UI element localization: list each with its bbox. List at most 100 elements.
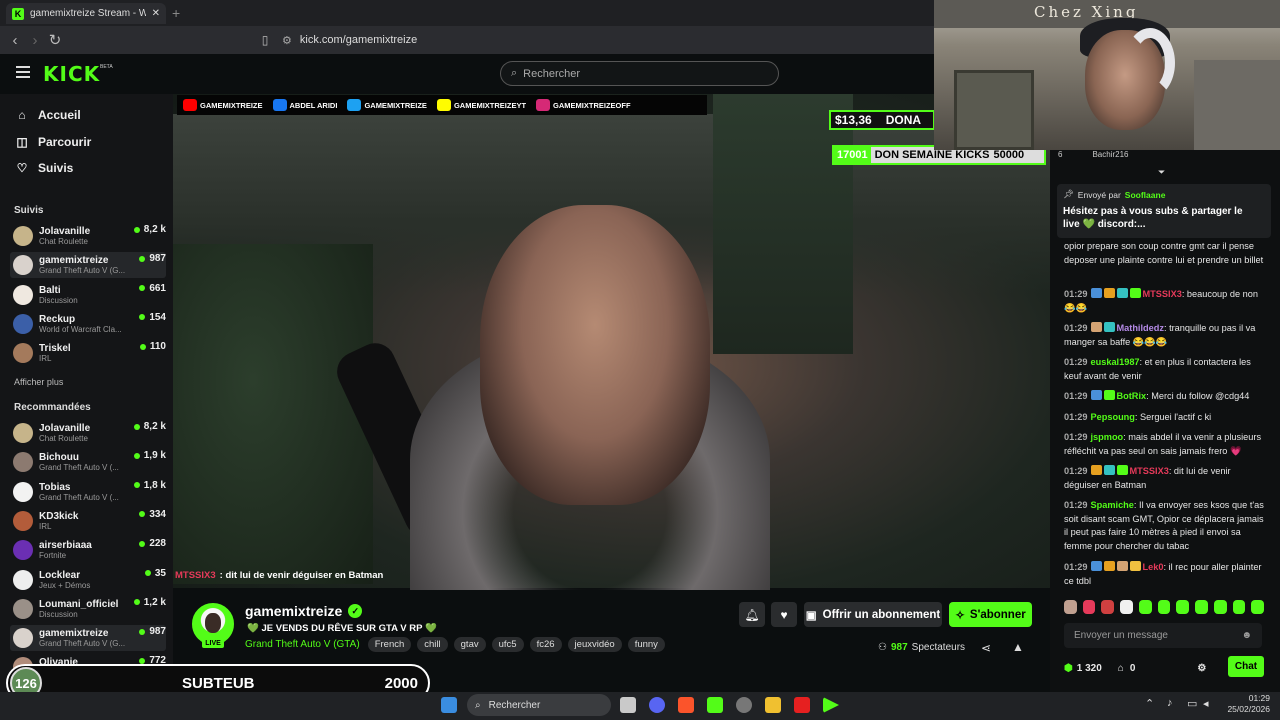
- emote-icon[interactable]: [1138, 600, 1152, 614]
- chat-username[interactable]: MTSSIX3: [1130, 466, 1169, 476]
- kick-logo[interactable]: KICK: [43, 62, 100, 86]
- channel-row[interactable]: gamemixtreize Grand Theft Auto V (G... 987: [10, 625, 166, 652]
- address-bar[interactable]: ⚙ kick.com/gamemixtreize: [282, 30, 932, 50]
- channel-row[interactable]: KD3kick IRL 334: [10, 508, 166, 534]
- channel-row[interactable]: Jolavanille Chat Roulette 8,2 k: [10, 223, 166, 249]
- emote-icon[interactable]: [1232, 600, 1246, 614]
- emote-icon[interactable]: [1120, 600, 1133, 614]
- emote-icon[interactable]: [1195, 600, 1208, 614]
- stream-tag[interactable]: ufc5: [491, 637, 524, 652]
- stream-tag[interactable]: French: [367, 637, 412, 652]
- chat-message[interactable]: 01:29 Pepsoung: Serguei l'actif c ki: [1064, 411, 1268, 425]
- pinned-message[interactable]: 📌︎ Envoyé par Sooflaane Hésitez pas à vo…: [1057, 184, 1271, 238]
- taskbar-search-label: Rechercher: [488, 699, 541, 711]
- chat-username[interactable]: BotRix: [1117, 391, 1147, 401]
- emote-icon[interactable]: [1213, 600, 1227, 614]
- channel-row[interactable]: gamemixtreize Grand Theft Auto V (G... 987: [10, 252, 166, 279]
- stream-tag[interactable]: gtav: [453, 637, 486, 652]
- pinned-by-user[interactable]: Sooflaane: [1125, 190, 1166, 200]
- chat-message[interactable]: opior prepare son coup contre gmt car il…: [1064, 240, 1268, 267]
- forward-arrow-icon[interactable]: ›: [26, 31, 44, 49]
- sidebar-item-suivis[interactable]: ♡ Suivis: [16, 161, 74, 175]
- expand-pinned-icon[interactable]: ⏷: [1158, 167, 1165, 178]
- bookmark-icon[interactable]: ▯: [256, 31, 274, 49]
- chat-message[interactable]: 01:29 BotRix: Merci du follow @cdg44: [1064, 390, 1268, 404]
- channel-row[interactable]: Loumani_officiel Discussion 1,2 k: [10, 596, 166, 622]
- gift-count[interactable]: 0: [1130, 663, 1136, 674]
- chat-username[interactable]: MTSSIX3: [1143, 289, 1182, 299]
- emote-icon[interactable]: [1176, 600, 1190, 614]
- chat-username[interactable]: jspmoo: [1091, 432, 1124, 442]
- share-icon[interactable]: ⋖: [981, 641, 991, 655]
- reload-icon[interactable]: ↻: [46, 31, 64, 49]
- site-info-icon[interactable]: ⚙: [282, 34, 292, 47]
- chat-message[interactable]: 01:29 euskal1987: et en plus il contacter…: [1064, 356, 1268, 383]
- show-more-link[interactable]: Afficher plus: [14, 377, 63, 387]
- windows-start-icon[interactable]: [441, 697, 457, 713]
- send-chat-button[interactable]: Chat: [1228, 656, 1264, 677]
- stream-tag[interactable]: fc26: [529, 637, 562, 652]
- sidebar-item-parcourir[interactable]: ◫ Parcourir: [16, 135, 91, 149]
- file-explorer-icon[interactable]: [620, 697, 636, 713]
- game-link[interactable]: Grand Theft Auto V (GTA): [245, 639, 360, 650]
- app-icon[interactable]: [765, 697, 781, 713]
- tray-chevron-icon[interactable]: ⌃: [1145, 697, 1154, 710]
- channel-row[interactable]: Reckup World of Warcraft Cla... 154: [10, 311, 166, 337]
- chat-message[interactable]: 01:29 Spamiche: Il va envoyer ses ksos qu…: [1064, 499, 1268, 553]
- follow-heart-button[interactable]: ♥: [771, 602, 797, 627]
- chat-username[interactable]: Spamiche: [1091, 500, 1134, 510]
- chat-username[interactable]: Lek0: [1143, 562, 1164, 572]
- kicks-balance[interactable]: 1 320: [1077, 663, 1102, 674]
- search-input[interactable]: ⌕ Rechercher: [500, 61, 779, 86]
- obs-icon[interactable]: [736, 697, 752, 713]
- viewer-count: 1,8 k: [143, 479, 166, 491]
- taskbar-search[interactable]: ⌕ Rechercher: [467, 694, 611, 716]
- notification-bell-button[interactable]: 🔔︎: [739, 602, 765, 627]
- channel-row[interactable]: Jolavanille Chat Roulette 8,2 k: [10, 420, 166, 446]
- back-arrow-icon[interactable]: ‹: [6, 31, 24, 49]
- chat-username[interactable]: Mathildedz: [1117, 323, 1164, 333]
- chat-message-input[interactable]: Envoyer un message ☻: [1064, 623, 1262, 648]
- channel-row[interactable]: airserbiaaa Fortnite 228: [10, 537, 166, 563]
- close-tab-icon[interactable]: ✕: [152, 8, 160, 19]
- emote-icon[interactable]: [1251, 600, 1265, 614]
- emote-icon[interactable]: [1157, 600, 1171, 614]
- subscribe-button[interactable]: ✧ S'abonner: [949, 602, 1032, 627]
- channel-name[interactable]: gamemixtreize: [245, 603, 342, 619]
- report-warning-icon[interactable]: ▲: [1012, 640, 1024, 654]
- chat-message[interactable]: 01:29 Lek0: il rec pour aller plainter ce…: [1064, 561, 1268, 588]
- stream-tag[interactable]: chill: [417, 637, 448, 652]
- chat-message[interactable]: 01:29 jspmoo: mais abdel il va venir a pl…: [1064, 431, 1268, 458]
- stream-tag[interactable]: funny: [627, 637, 665, 652]
- leaderboard-user[interactable]: Bachir216: [1092, 150, 1128, 160]
- stream-tag[interactable]: jeuxvidéo: [567, 637, 622, 652]
- chat-message[interactable]: 01:29 MTSSIX3: beaucoup de non 😂😂: [1064, 288, 1268, 315]
- emote-icon[interactable]: [1082, 600, 1096, 614]
- chat-message[interactable]: 01:29 MTSSIX3: dit lui de venir déguiser …: [1064, 465, 1268, 492]
- channel-row[interactable]: Triskel IRL 110: [10, 340, 166, 366]
- chat-settings-icon[interactable]: ⚙: [1197, 663, 1206, 674]
- emote-icon[interactable]: [1101, 600, 1115, 614]
- emoji-icon[interactable]: ☻: [1241, 630, 1252, 641]
- kick-app-icon[interactable]: [707, 697, 723, 713]
- channel-row[interactable]: Locklear Jeux + Démos 35: [10, 567, 166, 593]
- youtube-icon[interactable]: [794, 697, 810, 713]
- channel-row[interactable]: Bichouu Grand Theft Auto V (... 1,9 k: [10, 449, 166, 475]
- channel-row[interactable]: Balti Discussion 661: [10, 282, 166, 308]
- channel-row[interactable]: Tobias Grand Theft Auto V (... 1,8 k: [10, 479, 166, 505]
- taskbar-clock[interactable]: 01:29 25/02/2026: [1226, 693, 1270, 715]
- gift-subscription-button[interactable]: ▣ Offrir un abonnement: [804, 602, 942, 627]
- chat-username[interactable]: Pepsoung: [1091, 412, 1135, 422]
- browser-tab[interactable]: K gamemixtreize Stream - Watch Li ✕: [6, 3, 166, 24]
- chat-message[interactable]: 01:29 Mathildedz: tranquille ou pas il va…: [1064, 322, 1268, 349]
- new-tab-button[interactable]: +: [172, 5, 180, 21]
- menu-hamburger-icon[interactable]: [16, 66, 30, 78]
- network-icon[interactable]: ▭: [1187, 697, 1197, 710]
- discord-icon[interactable]: [649, 697, 665, 713]
- brave-icon[interactable]: [678, 697, 694, 713]
- volume-icon[interactable]: ◂: [1203, 697, 1209, 710]
- microphone-icon[interactable]: ♪: [1167, 697, 1173, 709]
- emote-icon[interactable]: [1064, 600, 1077, 614]
- chat-username[interactable]: euskal1987: [1091, 357, 1140, 367]
- sidebar-item-accueil[interactable]: ⌂ Accueil: [16, 108, 80, 122]
